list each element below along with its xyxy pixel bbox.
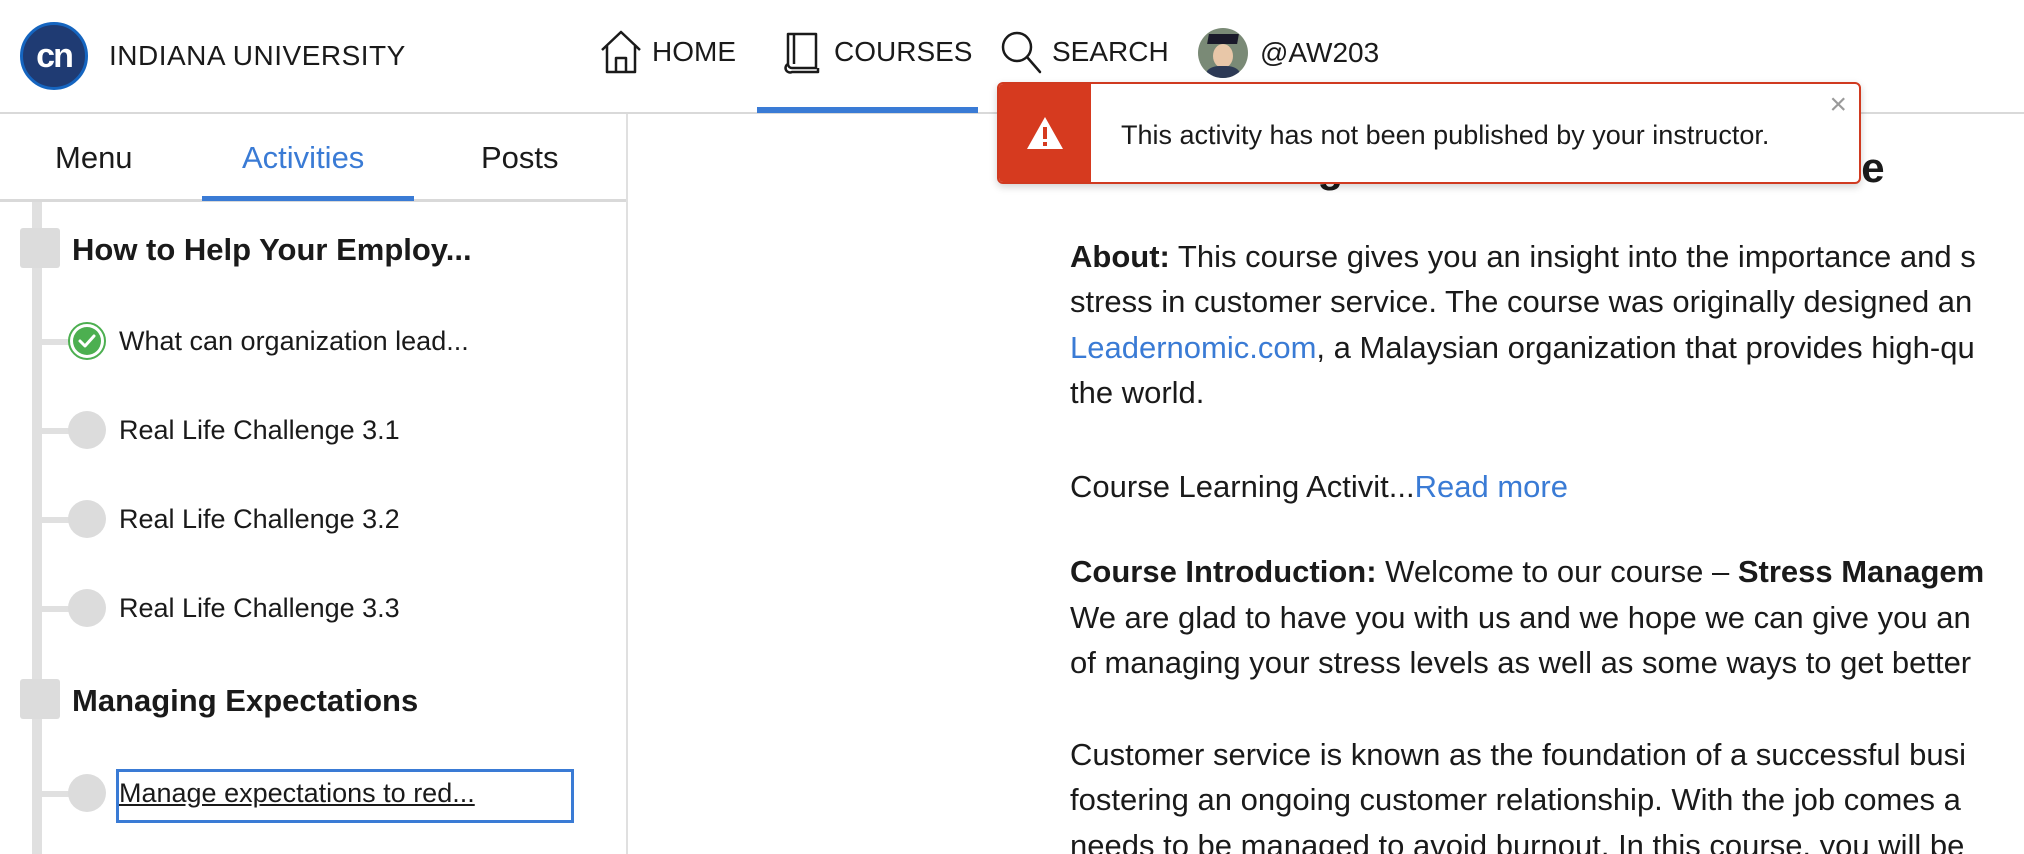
activity-item[interactable]: Manage expectations to red... [119, 778, 475, 809]
search-icon [1001, 31, 1042, 74]
nav-home[interactable]: HOME [598, 28, 736, 76]
nav-search-label: SEARCH [1052, 36, 1169, 67]
activity-item[interactable]: Real Life Challenge 3.3 [119, 593, 400, 624]
nav-courses-label: COURSES [834, 36, 973, 67]
about-line: About: This course gives you an insight … [1070, 234, 1976, 279]
section-marker [20, 679, 60, 719]
intro-line: Course Introduction: Welcome to our cour… [1070, 549, 1984, 594]
about-line: stress in customer service. The course w… [1070, 284, 1973, 319]
nav-courses[interactable]: COURSES [780, 28, 972, 76]
leadernomic-link[interactable]: Leadernomic.com [1070, 330, 1316, 365]
intro-line: We are glad to have you with us and we h… [1070, 600, 1971, 635]
activity-item[interactable]: Real Life Challenge 3.2 [119, 504, 400, 535]
active-nav-indicator [757, 107, 978, 113]
nav-home-label: HOME [652, 36, 736, 67]
body-line: Customer service is known as the foundat… [1070, 737, 1967, 772]
username: @AW203 [1260, 37, 1380, 68]
intro-text: Welcome to our course – [1385, 554, 1730, 589]
close-icon[interactable]: × [1829, 90, 1847, 120]
active-tab-indicator [202, 196, 414, 201]
course-sidebar: Menu Activities Posts How to Help Your E… [0, 114, 628, 854]
intro-line: of managing your stress levels as well a… [1070, 645, 1972, 680]
body-line: fostering an ongoing customer relationsh… [1070, 782, 1961, 817]
section-marker [20, 228, 60, 268]
about-text: , a Malaysian organization that provides… [1316, 330, 1975, 365]
intro-course-name: Stress Managem [1737, 554, 1985, 589]
avatar [1198, 28, 1248, 78]
alert-side-panel [999, 84, 1091, 182]
activities-teaser-text: Course Learning Activit... [1070, 469, 1415, 504]
activities-teaser: Course Learning Activit...Read more [1070, 464, 1568, 509]
about-line: the world. [1070, 375, 1205, 410]
activity-timeline-rail [32, 202, 42, 854]
incomplete-status-dot [68, 774, 106, 812]
activity-item[interactable]: Real Life Challenge 3.1 [119, 415, 400, 446]
course-content: Stress Management in Customer Service Ab… [1070, 114, 2024, 854]
coursenetworking-logo[interactable]: cn [20, 22, 88, 90]
home-icon [601, 30, 641, 74]
activity-item[interactable]: What can organization lead... [119, 326, 469, 357]
intro-label: Course Introduction: [1070, 554, 1377, 589]
read-more-link[interactable]: Read more [1415, 469, 1568, 504]
section-title[interactable]: Managing Expectations [72, 683, 418, 719]
tab-posts[interactable]: Posts [481, 140, 559, 176]
about-text: This course gives you an insight into th… [1177, 239, 1976, 274]
about-label: About: [1070, 239, 1170, 274]
warning-icon [1027, 117, 1063, 149]
tab-activities[interactable]: Activities [242, 140, 364, 176]
alert-message: This activity has not been published by … [1121, 120, 1770, 150]
incomplete-status-dot [68, 500, 106, 538]
unpublished-activity-alert: This activity has not been published by … [997, 82, 1861, 184]
completed-check-icon [68, 322, 106, 360]
sidebar-tabs: Menu Activities Posts [0, 114, 626, 202]
book-icon [784, 32, 820, 74]
nav-search[interactable]: SEARCH [998, 28, 1169, 76]
about-line: Leadernomic.com, a Malaysian organizatio… [1070, 325, 1975, 370]
school-name: INDIANA UNIVERSITY [109, 40, 406, 71]
incomplete-status-dot [68, 411, 106, 449]
tab-menu[interactable]: Menu [55, 140, 133, 176]
incomplete-status-dot [68, 589, 106, 627]
section-title[interactable]: How to Help Your Employ... [72, 232, 472, 268]
user-profile-link[interactable]: @AW203 [1198, 28, 1379, 78]
body-line: needs to be managed to avoid burnout. In… [1070, 828, 1965, 854]
